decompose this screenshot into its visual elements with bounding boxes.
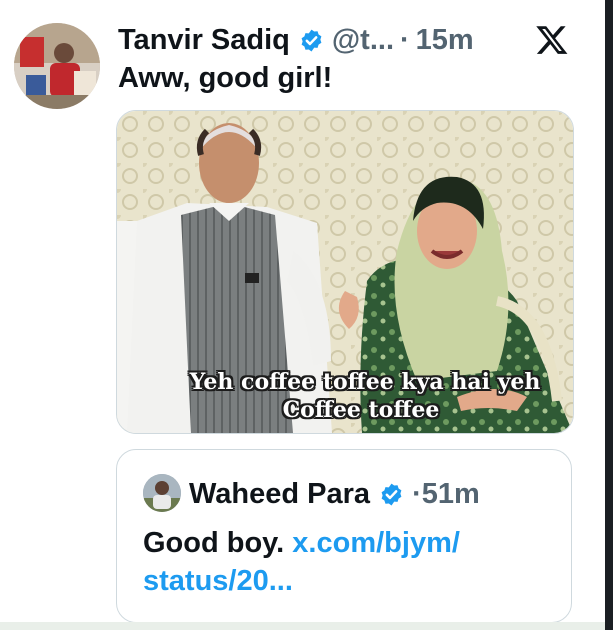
quoted-post-card[interactable]: Waheed Para · 51m Good boy. x.com/bjym/ … (116, 449, 572, 623)
quoted-post-header: Waheed Para · 51m (189, 474, 480, 514)
separator-dot: · (400, 23, 410, 56)
quoted-post-time[interactable]: 51m (422, 478, 480, 511)
author-name[interactable]: Tanvir Sadiq (118, 24, 290, 57)
x-logo-icon[interactable] (535, 23, 569, 57)
meme-caption-line1: Yeh coffee toffee kya hai yeh (189, 369, 541, 395)
post-time[interactable]: 15m (416, 24, 474, 57)
separator-dot: · (412, 477, 422, 510)
author-avatar[interactable] (14, 23, 100, 109)
tweet-card[interactable]: Tanvir Sadiq @t... · 15m Aww, good girl! (0, 0, 605, 630)
quoted-author-name[interactable]: Waheed Para (189, 478, 370, 511)
post-header: Tanvir Sadiq @t... · 15m (118, 20, 474, 60)
quoted-post-body: Good boy. (143, 527, 285, 559)
verified-badge-icon (381, 483, 402, 505)
author-handle[interactable]: @t... (332, 24, 394, 57)
meme-caption-line2: Coffee toffee (282, 397, 440, 423)
quoted-post-text: Good boy. x.com/bjym/ status/20... (143, 524, 543, 600)
window-edge (605, 0, 613, 630)
verified-badge-icon (301, 29, 322, 51)
post-media-image[interactable]: Yeh coffee toffee kya hai yeh Coffee tof… (116, 110, 574, 434)
quoted-post-link-line1[interactable]: x.com/bjym/ (292, 527, 460, 559)
quoted-post-link-line2[interactable]: status/20... (143, 565, 293, 597)
bottom-divider (0, 622, 605, 630)
quoted-author-avatar[interactable] (143, 474, 181, 512)
post-text: Aww, good girl! (118, 62, 333, 94)
